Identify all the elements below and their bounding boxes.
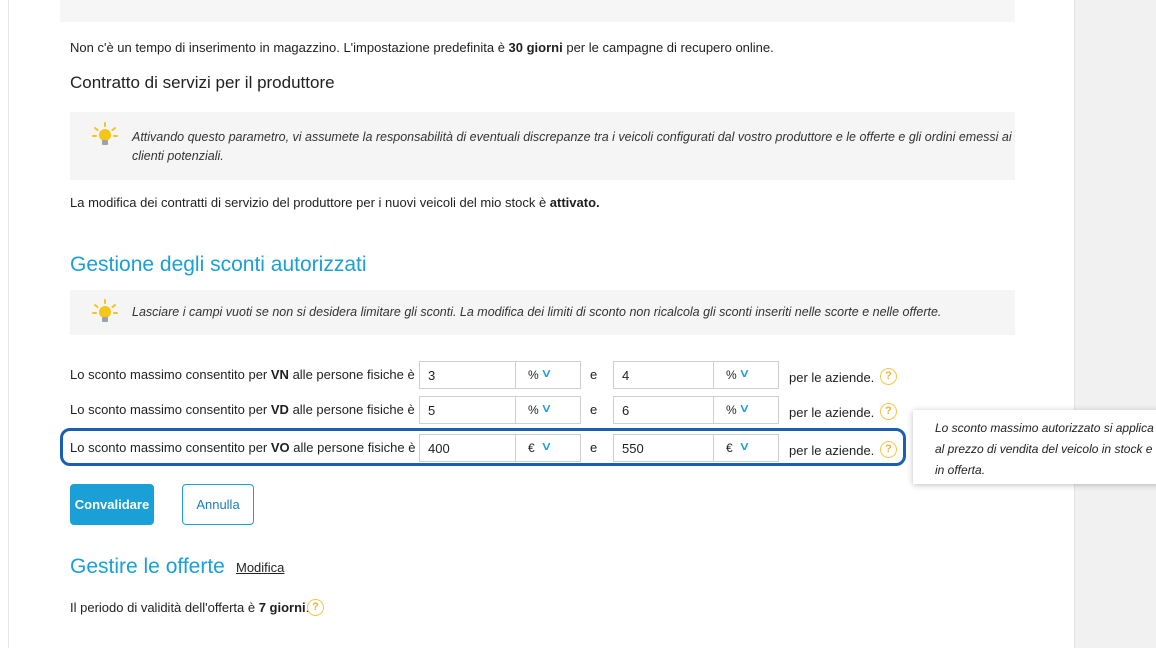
discount-tooltip: Lo sconto massimo autorizzato si applica…: [913, 410, 1156, 484]
help-icon[interactable]: ?: [880, 441, 897, 458]
top-section-background: [60, 0, 1015, 22]
conjunction-text: e: [590, 402, 598, 417]
chevron-down-icon: ∨: [540, 366, 553, 380]
offers-title: Gestire le offerte: [70, 555, 225, 578]
validate-button[interactable]: Convalidare: [70, 484, 154, 525]
discount-row-vd-label: Lo sconto massimo consentito per VD alle…: [70, 402, 415, 417]
chevron-down-icon: ∨: [738, 401, 751, 415]
vd-individual-unit-select[interactable]: % ∨: [515, 397, 580, 423]
discounts-notice: Lasciare i campi vuoti se non si desider…: [70, 290, 1015, 335]
help-icon[interactable]: ?: [880, 403, 897, 420]
cancel-button[interactable]: Annulla: [182, 484, 254, 525]
page-left-border: [8, 0, 9, 648]
chevron-down-icon: ∨: [540, 439, 553, 453]
lightbulb-icon: [92, 299, 118, 322]
edit-offers-link[interactable]: Modifica: [236, 560, 284, 575]
vd-company-discount-input[interactable]: 6 % ∨: [613, 396, 779, 424]
vo-individual-discount-input[interactable]: 400 € ∨: [419, 434, 581, 462]
discounts-title: Gestione degli sconti autorizzati: [70, 253, 367, 276]
help-icon[interactable]: ?: [880, 368, 897, 385]
vo-individual-unit-select[interactable]: € ∨: [515, 435, 580, 461]
vd-individual-discount-input[interactable]: 5 % ∨: [419, 396, 581, 424]
discount-row-vn-label: Lo sconto massimo consentito per VN alle…: [70, 367, 415, 382]
vn-individual-discount-input[interactable]: 3 % ∨: [419, 361, 581, 389]
vo-company-unit-select[interactable]: € ∨: [713, 435, 778, 461]
per-companies-text: per le aziende.: [789, 405, 875, 420]
producer-contract-status: La modifica dei contratti di servizio de…: [70, 195, 600, 210]
lightbulb-icon: [92, 122, 118, 145]
vn-company-discount-input[interactable]: 4 % ∨: [613, 361, 779, 389]
vn-individual-unit-select[interactable]: % ∨: [515, 362, 580, 388]
conjunction-text: e: [590, 367, 598, 382]
per-companies-text: per le aziende.: [789, 443, 875, 458]
producer-contract-title: Contratto di servizi per il produttore: [70, 73, 335, 92]
discount-row-vo-label: Lo sconto massimo consentito per VO alle…: [70, 440, 416, 455]
chevron-down-icon: ∨: [540, 401, 553, 415]
vd-company-unit-select[interactable]: % ∨: [713, 397, 778, 423]
vn-company-unit-select[interactable]: % ∨: [713, 362, 778, 388]
conjunction-text: e: [590, 440, 598, 455]
help-icon[interactable]: ?: [307, 599, 324, 616]
producer-contract-notice: Attivando questo parametro, vi assumete …: [70, 112, 1015, 180]
discounts-notice-text: Lasciare i campi vuoti se non si desider…: [132, 305, 942, 319]
stock-time-info: Non c'è un tempo di inserimento in magaz…: [70, 40, 774, 55]
chevron-down-icon: ∨: [738, 366, 751, 380]
offer-validity-text: Il periodo di validità dell'offerta è 7 …: [70, 600, 310, 615]
tooltip-text: Lo sconto massimo autorizzato si applica…: [935, 421, 1154, 477]
per-companies-text: per le aziende.: [789, 370, 875, 385]
chevron-down-icon: ∨: [738, 439, 751, 453]
producer-contract-notice-text: Attivando questo parametro, vi assumete …: [132, 130, 1012, 163]
right-side-panel: [1074, 0, 1156, 648]
vo-company-discount-input[interactable]: 550 € ∨: [613, 434, 779, 462]
